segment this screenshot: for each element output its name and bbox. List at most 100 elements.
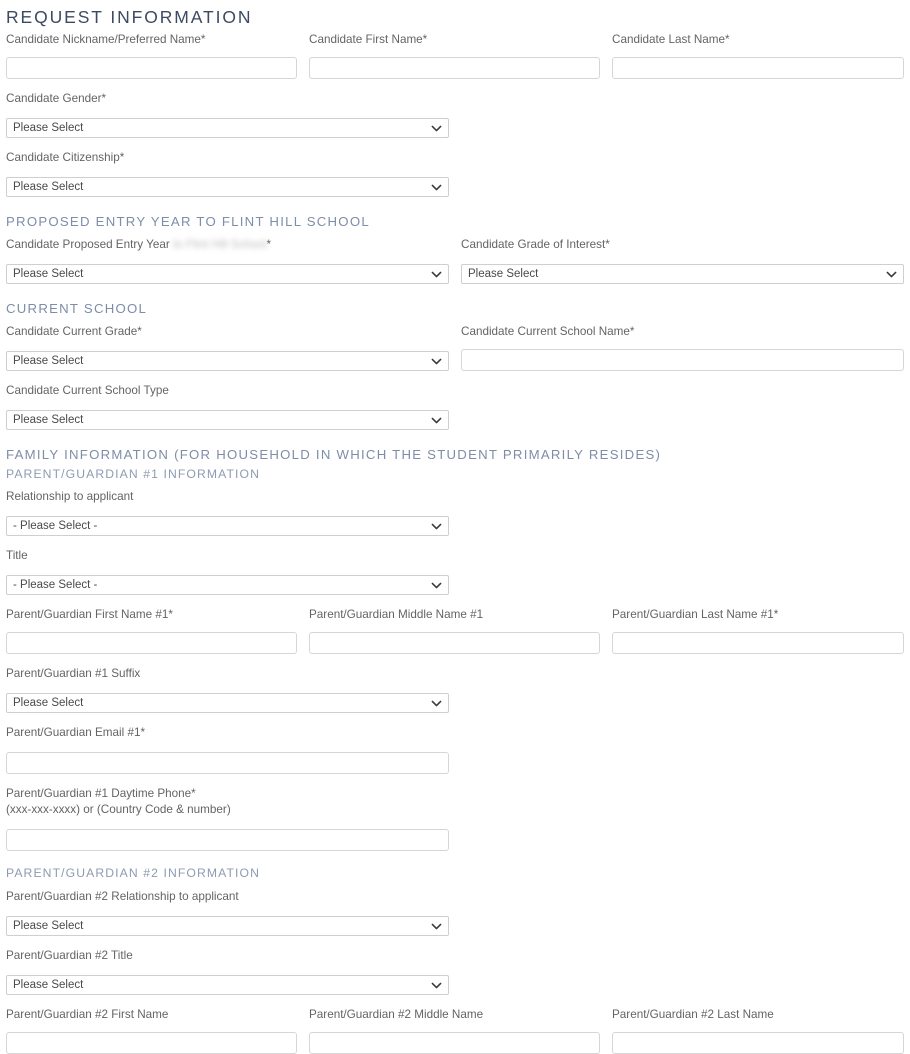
hint-pg1-phone: (xxx-xxx-xxxx) or (Country Code & number…: [6, 803, 231, 816]
input-pg1-first-name[interactable]: [6, 632, 297, 654]
input-pg1-last-name[interactable]: [612, 632, 904, 654]
section-heading-family-information: FAMILY INFORMATION (FOR HOUSEHOLD IN WHI…: [6, 447, 662, 462]
chevron-down-icon: [431, 580, 442, 591]
input-pg1-middle-name[interactable]: [309, 632, 600, 654]
field-pg2-title: Parent/Guardian #2 Title Please Select: [0, 948, 455, 995]
field-candidate-first-name: Candidate First Name*: [303, 32, 606, 79]
label-pg1-first-name: Parent/Guardian First Name #1*: [6, 608, 173, 621]
select-pg1-relationship-value: - Please Select -: [13, 520, 98, 532]
select-current-school-type[interactable]: Please Select: [6, 410, 449, 430]
label-pg1-phone: Parent/Guardian #1 Daytime Phone*: [6, 787, 196, 800]
field-grade-of-interest: Candidate Grade of Interest* Please Sele…: [455, 237, 910, 284]
select-current-grade[interactable]: Please Select: [6, 351, 449, 371]
field-pg1-title: Title - Please Select -: [0, 548, 455, 595]
candidate-name-row: Candidate Nickname/Preferred Name* Candi…: [0, 32, 910, 79]
select-current-school-type-value: Please Select: [13, 414, 84, 426]
field-pg1-suffix: Parent/Guardian #1 Suffix Please Select: [0, 666, 455, 713]
field-pg1-first-name: Parent/Guardian First Name #1*: [0, 607, 303, 654]
field-pg1-middle-name: Parent/Guardian Middle Name #1: [303, 607, 606, 654]
chevron-down-icon: [431, 356, 442, 367]
label-pg2-title: Parent/Guardian #2 Title: [6, 949, 133, 962]
field-pg1-phone: Parent/Guardian #1 Daytime Phone* (xxx-x…: [0, 786, 455, 851]
select-candidate-citizenship-value: Please Select: [13, 181, 84, 193]
section-heading-current-school: CURRENT SCHOOL: [6, 301, 148, 316]
field-pg2-first-name: Parent/Guardian #2 First Name: [0, 1007, 303, 1054]
field-candidate-nickname: Candidate Nickname/Preferred Name*: [0, 32, 303, 79]
input-candidate-first-name[interactable]: [309, 57, 600, 79]
input-candidate-last-name[interactable]: [612, 57, 904, 79]
label-candidate-nickname: Candidate Nickname/Preferred Name*: [6, 33, 206, 46]
subsection-heading-parent-guardian-2: PARENT/GUARDIAN #2 INFORMATION: [6, 866, 260, 880]
select-pg2-relationship-value: Please Select: [13, 920, 84, 932]
chevron-down-icon: [431, 415, 442, 426]
chevron-down-icon: [431, 698, 442, 709]
input-pg1-email[interactable]: [6, 752, 449, 774]
label-current-grade: Candidate Current Grade*: [6, 325, 142, 338]
pg1-relationship-row: Relationship to applicant - Please Selec…: [0, 489, 910, 536]
label-proposed-entry-year-suffix: *: [266, 238, 272, 251]
label-pg2-last-name: Parent/Guardian #2 Last Name: [612, 1008, 774, 1021]
chevron-down-icon: [431, 980, 442, 991]
select-grade-of-interest[interactable]: Please Select: [461, 264, 904, 284]
pg1-suffix-row: Parent/Guardian #1 Suffix Please Select: [0, 666, 910, 713]
select-pg1-title[interactable]: - Please Select -: [6, 575, 449, 595]
input-candidate-nickname[interactable]: [6, 57, 297, 79]
label-pg1-middle-name: Parent/Guardian Middle Name #1: [309, 608, 484, 621]
field-pg2-last-name: Parent/Guardian #2 Last Name: [606, 1007, 910, 1054]
field-pg2-relationship: Parent/Guardian #2 Relationship to appli…: [0, 889, 455, 936]
pg1-name-row: Parent/Guardian First Name #1* Parent/Gu…: [0, 607, 910, 654]
field-pg1-email: Parent/Guardian Email #1*: [0, 725, 455, 774]
select-current-grade-value: Please Select: [13, 355, 84, 367]
pg2-title-row: Parent/Guardian #2 Title Please Select: [0, 948, 910, 995]
input-pg2-first-name[interactable]: [6, 1032, 297, 1054]
field-pg1-last-name: Parent/Guardian Last Name #1*: [606, 607, 910, 654]
label-pg1-relationship: Relationship to applicant: [6, 490, 134, 503]
admissions-inquiry-form: REQUEST INFORMATION Candidate Nickname/P…: [0, 0, 910, 1054]
label-candidate-last-name: Candidate Last Name*: [612, 33, 730, 46]
pg2-name-row: Parent/Guardian #2 First Name Parent/Gua…: [0, 1007, 910, 1054]
input-pg2-last-name[interactable]: [612, 1032, 904, 1054]
current-school-type-row: Candidate Current School Type Please Sel…: [0, 383, 910, 430]
label-proposed-entry-year-prefix: Candidate Proposed Entry Year: [6, 238, 173, 251]
pg1-title-row: Title - Please Select -: [0, 548, 910, 595]
field-proposed-entry-year: Candidate Proposed Entry Year to Flint H…: [0, 237, 455, 284]
select-proposed-entry-year[interactable]: Please Select: [6, 264, 449, 284]
label-proposed-entry-year-redacted: to Flint Hill School: [173, 238, 267, 251]
chevron-down-icon: [431, 921, 442, 932]
pg1-email-row: Parent/Guardian Email #1*: [0, 725, 910, 774]
select-pg2-relationship[interactable]: Please Select: [6, 916, 449, 936]
label-candidate-first-name: Candidate First Name*: [309, 33, 428, 46]
input-pg1-phone[interactable]: [6, 829, 449, 851]
label-pg1-title: Title: [6, 549, 28, 562]
select-pg1-suffix[interactable]: Please Select: [6, 693, 449, 713]
label-proposed-entry-year: Candidate Proposed Entry Year to Flint H…: [6, 237, 449, 253]
pg2-relationship-row: Parent/Guardian #2 Relationship to appli…: [0, 889, 910, 936]
select-grade-of-interest-value: Please Select: [468, 268, 539, 280]
label-current-school-type: Candidate Current School Type: [6, 384, 169, 397]
pg1-phone-row: Parent/Guardian #1 Daytime Phone* (xxx-x…: [0, 786, 910, 851]
select-proposed-entry-year-value: Please Select: [13, 268, 84, 280]
label-pg1-last-name: Parent/Guardian Last Name #1*: [612, 608, 779, 621]
entry-year-row: Candidate Proposed Entry Year to Flint H…: [0, 237, 910, 284]
field-pg2-middle-name: Parent/Guardian #2 Middle Name: [303, 1007, 606, 1054]
field-candidate-citizenship: Candidate Citizenship* Please Select: [0, 150, 455, 197]
section-heading-proposed-entry-year: PROPOSED ENTRY YEAR TO FLINT HILL SCHOOL: [6, 214, 370, 229]
candidate-citizenship-row: Candidate Citizenship* Please Select: [0, 150, 910, 197]
select-candidate-gender[interactable]: Please Select: [6, 118, 449, 138]
select-pg1-relationship[interactable]: - Please Select -: [6, 516, 449, 536]
select-pg2-title[interactable]: Please Select: [6, 975, 449, 995]
select-candidate-citizenship[interactable]: Please Select: [6, 177, 449, 197]
input-current-school-name[interactable]: [461, 349, 904, 371]
select-pg2-title-value: Please Select: [13, 979, 84, 991]
input-pg2-middle-name[interactable]: [309, 1032, 600, 1054]
chevron-down-icon: [886, 269, 897, 280]
label-pg2-middle-name: Parent/Guardian #2 Middle Name: [309, 1008, 484, 1021]
chevron-down-icon: [431, 269, 442, 280]
select-candidate-gender-value: Please Select: [13, 122, 84, 134]
field-candidate-last-name: Candidate Last Name*: [606, 32, 910, 79]
select-pg1-suffix-value: Please Select: [13, 697, 84, 709]
subsection-heading-parent-guardian-1: PARENT/GUARDIAN #1 INFORMATION: [6, 467, 260, 481]
label-candidate-citizenship: Candidate Citizenship*: [6, 151, 125, 164]
label-candidate-gender: Candidate Gender*: [6, 92, 107, 105]
chevron-down-icon: [431, 521, 442, 532]
